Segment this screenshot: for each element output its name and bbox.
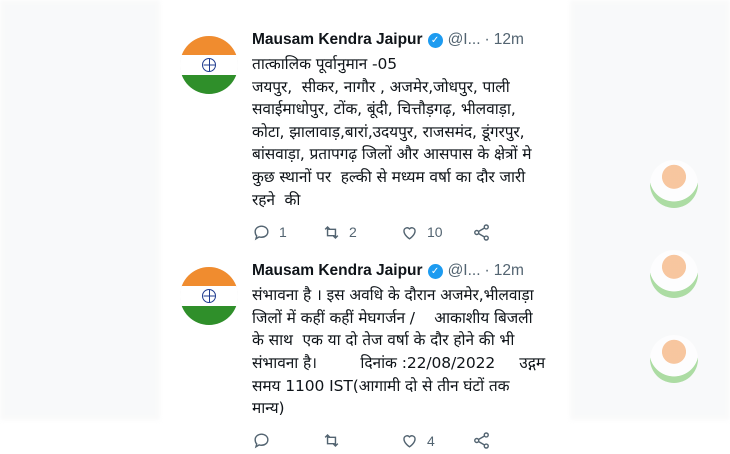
tweet[interactable]: Mausam Kendra Jaipur ✓ @I... · 12m तात्क… <box>168 28 563 245</box>
ashoka-chakra-icon <box>202 58 216 72</box>
share-icon <box>474 432 489 449</box>
avatar[interactable] <box>180 267 238 326</box>
share-icon <box>474 223 489 241</box>
reply-icon <box>254 433 269 449</box>
blurred-avatar <box>650 335 698 383</box>
author-name[interactable]: Mausam Kendra Jaipur <box>252 31 423 49</box>
blurred-avatar <box>650 250 698 298</box>
tweet[interactable]: Mausam Kendra Jaipur ✓ @I... · 12m संभाव… <box>168 259 563 454</box>
retweet-button[interactable] <box>322 431 400 450</box>
author-name[interactable]: Mausam Kendra Jaipur <box>252 262 423 280</box>
retweet-icon <box>324 225 339 239</box>
like-button[interactable]: 4 <box>400 431 472 450</box>
share-button[interactable] <box>472 223 491 242</box>
reply-icon <box>254 225 269 241</box>
tweet-text: तात्कालिक पूर्वानुमान -05 जयपुर, सीकर, न… <box>252 55 532 209</box>
tweet-timestamp[interactable]: 12m <box>494 31 524 49</box>
tweet-text: संभावना है । इस अवधि के दौरान अजमेर,भीलव… <box>252 286 546 418</box>
verified-badge-icon: ✓ <box>427 32 443 48</box>
reply-count: 1 <box>279 224 287 241</box>
heart-icon <box>403 226 416 240</box>
like-button[interactable]: 10 <box>400 223 472 242</box>
retweet-count: 2 <box>349 224 357 241</box>
reply-button[interactable] <box>252 431 322 450</box>
blurred-avatar <box>650 160 698 208</box>
timeline-feed: Mausam Kendra Jaipur ✓ @I... · 12m तात्क… <box>168 28 563 454</box>
share-button[interactable] <box>472 431 491 450</box>
reply-button[interactable]: 1 <box>252 223 322 242</box>
tweet-actions: 4 <box>252 428 563 454</box>
tweet-header: Mausam Kendra Jaipur ✓ @I... · 12m <box>252 259 563 283</box>
retweet-icon <box>324 434 339 448</box>
retweet-button[interactable]: 2 <box>322 223 400 242</box>
tweet-actions: 1 2 10 <box>252 219 563 245</box>
tweet-timestamp[interactable]: 12m <box>494 262 524 280</box>
avatar[interactable] <box>180 36 238 94</box>
like-count: 10 <box>427 224 443 241</box>
verified-badge-icon: ✓ <box>427 263 443 279</box>
like-count: 4 <box>427 432 435 449</box>
heart-icon <box>403 435 416 448</box>
author-handle[interactable]: @I... <box>448 262 481 280</box>
separator-dot: · <box>484 262 490 280</box>
blurred-left-panel <box>0 0 160 420</box>
tweet-header: Mausam Kendra Jaipur ✓ @I... · 12m <box>252 28 563 52</box>
separator-dot: · <box>484 31 490 48</box>
author-handle[interactable]: @I... <box>448 31 481 49</box>
